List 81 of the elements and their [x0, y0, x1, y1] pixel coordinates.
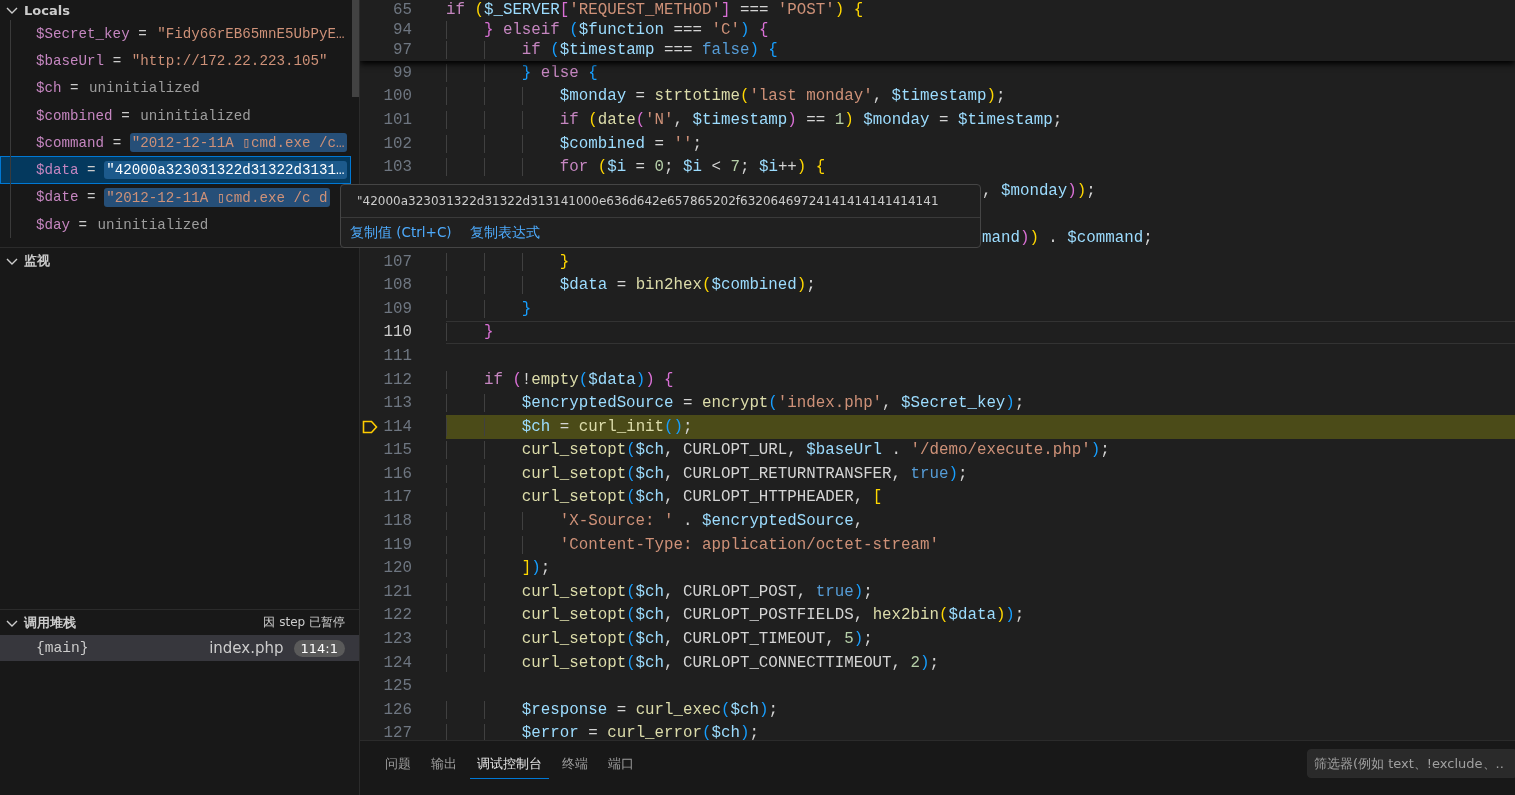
variable-row[interactable]: $data = "42000a323031322d31322d3131… [0, 156, 351, 184]
panel-tab[interactable]: 输出 [424, 753, 464, 779]
code-line: if (date('N', $timestamp) == 1) $monday = $timestamp; [446, 108, 1515, 132]
code-line: curl_setopt($ch, CURLOPT_CONNECTTIMEOUT, 2); [446, 650, 1515, 675]
code-line: } elseif ($function === 'C') { [446, 21, 769, 39]
code-line: curl_setopt($ch, CURLOPT_HTTPHEADER, [ [446, 485, 1515, 510]
line-number: 119 [382, 535, 412, 554]
line-number: 125 [382, 677, 412, 696]
line-number: 101 [382, 111, 412, 129]
section-title[interactable]: 调用堆栈 [24, 613, 76, 632]
line-number: 122 [382, 606, 412, 625]
code-line: } [446, 320, 1515, 345]
line-number: 103 [382, 158, 412, 177]
section-title[interactable]: Locals [24, 2, 70, 18]
code-line: ]); [446, 556, 1515, 581]
code-line: curl_setopt($ch, CURLOPT_RETURNTRANSFER, true); [446, 462, 1515, 486]
filter-field[interactable]: 筛选器(例如 text、!exclude、.. [1307, 749, 1515, 778]
code-line: $response = curl_exec($ch); [446, 698, 1515, 722]
line-number: 112 [382, 370, 412, 389]
variable-row[interactable]: $command = "2012-12-11A ▯cmd.exe /c… [0, 129, 351, 157]
code-line: , $monday)); [982, 180, 1097, 202]
copy-link[interactable]: 复制值 (Ctrl+C) [350, 223, 452, 242]
panel-tab[interactable]: 端口 [601, 753, 641, 779]
code-line: if ($timestamp === false) { [446, 41, 778, 59]
line-number: 116 [382, 464, 412, 483]
line-number: 97 [392, 41, 412, 59]
line-number: 102 [382, 134, 412, 153]
line-number: 117 [382, 488, 412, 507]
code-line: $error = curl_error($ch); [446, 721, 1515, 740]
line-number: 124 [382, 653, 412, 672]
code-line: curl_setopt($ch, CURLOPT_POSTFIELDS, hex2bin($data)); [446, 603, 1515, 628]
code-line: for ($i = 0; $i < 7; $i++) { [446, 155, 1515, 179]
line-number: 115 [382, 441, 412, 460]
line-number: 113 [382, 394, 412, 413]
code-line: 'X-Source: ' . $encryptedSource, [446, 509, 1515, 533]
code-line: $data = bin2hex($combined); [446, 273, 1515, 297]
panel-tab[interactable]: 问题 [378, 753, 418, 779]
line-number: 100 [382, 87, 412, 106]
line-number: 111 [382, 346, 412, 365]
line-number: 126 [382, 700, 412, 719]
line-number: 110 [382, 323, 412, 342]
code-line: if ($_SERVER['REQUEST_METHOD'] === 'POST') { [446, 1, 864, 19]
code-line: curl_setopt($ch, CURLOPT_URL, $baseUrl . '/demo/execute.php'); [446, 438, 1515, 463]
panel-tab[interactable]: 调试控制台 [470, 753, 549, 779]
line-number: 99 [392, 63, 412, 82]
code-line: if (!empty($data)) { [446, 367, 1515, 392]
value-text: "42000a323031322d31322d313141000e636d642e657865202f63206469724141414141414141 [357, 194, 939, 208]
code-line: curl_setopt($ch, CURLOPT_TIMEOUT, 5); [446, 627, 1515, 651]
line-number: 120 [382, 559, 412, 578]
code-line: $encryptedSource = encrypt('index.php', $Secret_key); [446, 391, 1515, 415]
code-line: mand)) . $command; [982, 227, 1154, 249]
code-line: } else { [446, 61, 1515, 85]
line-number: 127 [382, 724, 412, 740]
line-number: 94 [392, 21, 412, 39]
variable-row[interactable]: $Secret_key = "Fidy66rEB65mnE5UbPyE… [0, 20, 351, 48]
line-number: 118 [382, 512, 412, 531]
code-line: 'Content-Type: application/octet-stream' [446, 532, 1515, 557]
line-number: 109 [382, 299, 412, 318]
panel-tab[interactable]: 终端 [555, 753, 595, 779]
line-number: 114 [382, 417, 412, 436]
section-title[interactable]: 监视 [24, 251, 50, 270]
line-number: 65 [392, 1, 412, 19]
code-line: curl_setopt($ch, CURLOPT_POST, true); [446, 580, 1515, 604]
code-line: } [446, 249, 1515, 274]
line-number: 107 [382, 252, 412, 271]
variable-row[interactable]: $combined = uninitialized [0, 101, 351, 130]
stack-frame[interactable]: {main} index.php 114:1 [0, 635, 359, 661]
copy-link[interactable]: 复制表达式 [469, 223, 540, 242]
variable-row[interactable]: $baseUrl = "http://172.22.223.105" [0, 47, 351, 75]
code-line: } [446, 296, 1515, 321]
paused-status: 因 step 已暂停 [263, 614, 345, 631]
scrollbar-thumb[interactable] [352, 0, 359, 97]
line-number: 123 [382, 630, 412, 649]
variable-row[interactable]: $day = uninitialized [0, 211, 351, 239]
paused-frame-icon [362, 419, 378, 434]
code-line: $monday = strtotime('last monday', $timestamp); [446, 84, 1515, 109]
line-number: 108 [382, 276, 412, 295]
code-line: $combined = ''; [446, 131, 1515, 156]
variable-row[interactable]: $date = "2012-12-11A ▯cmd.exe /c d [0, 183, 351, 212]
line-number: 121 [382, 582, 412, 601]
variable-row[interactable]: $ch = uninitialized [0, 74, 351, 102]
